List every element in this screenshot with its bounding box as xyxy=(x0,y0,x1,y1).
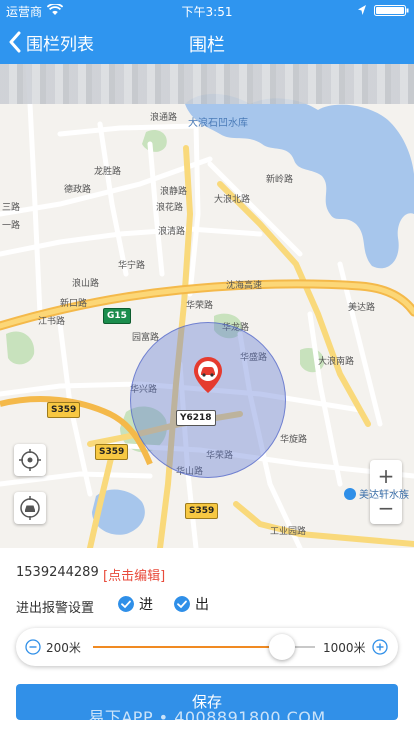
slider-fill xyxy=(93,646,282,648)
map-label-xinkou: 新口路 xyxy=(60,299,88,309)
poi-label: 美达轩水族 xyxy=(359,490,409,501)
radius-slider[interactable] xyxy=(93,634,315,660)
map-label-langjing: 浪静路 xyxy=(160,187,188,197)
status-time: 下午3:51 xyxy=(181,5,233,19)
plus-circle-icon[interactable] xyxy=(372,639,388,655)
map-label-reservoir: 大浪石凹水库 xyxy=(188,118,248,129)
map-label-jiangshu: 江书路 xyxy=(38,317,66,327)
car-location-marker-icon[interactable] xyxy=(193,356,223,394)
slider-thumb[interactable] xyxy=(268,634,295,660)
top-bar: 运营商 下午3:51 围栏列表 围栏 xyxy=(0,0,414,64)
slider-min-label: 200米 xyxy=(46,641,81,655)
map-label-sanlu: 三路 xyxy=(2,203,21,213)
fence-settings-panel: 1539244289 [点击编辑] 进出报警设置 进 出 200米 1000米 xyxy=(0,548,414,736)
blurred-search-strip xyxy=(0,64,414,104)
status-bar: 运营商 下午3:51 xyxy=(0,0,414,20)
map-label-yiwang: 一路 xyxy=(2,221,21,231)
highway-shield-s359: S359 xyxy=(47,402,81,418)
map-label-gongye: 工业园路 xyxy=(270,527,307,537)
nav-bar: 围栏列表 围栏 xyxy=(0,20,414,64)
checkbox-enter[interactable]: 进 xyxy=(118,596,153,613)
poi-dot-icon xyxy=(344,487,356,500)
map-label-meidi: 美达路 xyxy=(348,303,376,313)
map-label-dalangbei: 大浪北路 xyxy=(214,195,251,205)
map-label-longsheng: 龙胜路 xyxy=(94,167,122,177)
map-label-langhua: 浪花路 xyxy=(156,203,184,213)
map-label-langqing: 浪清路 xyxy=(158,227,186,237)
map-label-huaxuan: 华旋路 xyxy=(280,435,308,445)
locate-me-button[interactable] xyxy=(14,444,46,476)
checkmark-icon xyxy=(174,596,190,612)
fence-radius-circle xyxy=(130,322,286,478)
poi-marker[interactable]: 美达轩水族 xyxy=(344,486,409,501)
fence-device-id: 1539244289 xyxy=(16,565,99,580)
alarm-setting-label: 进出报警设置 xyxy=(16,601,95,616)
checkbox-enter-label: 进 xyxy=(139,597,153,613)
radius-slider-card: 200米 1000米 xyxy=(16,628,398,666)
map-view[interactable]: 大浪石凹水库 浪通路 德政路 龙胜路 浪静路 浪花路 浪清路 华宁路 华荣路 华… xyxy=(0,64,414,548)
checkmark-icon xyxy=(118,596,134,612)
map-label-expressway: 沈海高速 xyxy=(226,281,263,291)
map-label-desheng: 德政路 xyxy=(64,185,92,195)
minus-circle-icon[interactable] xyxy=(25,639,41,655)
battery-icon xyxy=(374,5,409,16)
checkbox-exit-label: 出 xyxy=(195,597,209,613)
checkbox-exit[interactable]: 出 xyxy=(174,596,209,613)
edit-link[interactable]: [点击编辑] xyxy=(103,565,165,584)
map-label-hurong: 华荣路 xyxy=(186,301,214,311)
map-label-langtong: 浪通路 xyxy=(150,113,178,123)
car-target-icon xyxy=(20,496,40,520)
map-label-dalangnan: 大浪南路 xyxy=(318,357,355,367)
crosshair-icon xyxy=(19,449,41,471)
map-label-langshan: 浪山路 xyxy=(72,279,100,289)
save-button[interactable]: 保存 xyxy=(16,684,398,720)
road-shield-y6218: Y6218 xyxy=(176,410,216,426)
highway-shield-s359: S359 xyxy=(185,503,219,519)
highway-shield-s359: S359 xyxy=(95,444,129,460)
page-title: 围栏 xyxy=(189,35,225,56)
location-arrow-icon xyxy=(358,5,366,15)
slider-max-label: 1000米 xyxy=(323,641,366,655)
locate-car-button[interactable] xyxy=(14,492,46,524)
map-label-huaning: 华宁路 xyxy=(118,261,146,271)
map-label-xinling: 新岭路 xyxy=(266,175,294,185)
highway-shield-g15: G15 xyxy=(103,308,131,324)
